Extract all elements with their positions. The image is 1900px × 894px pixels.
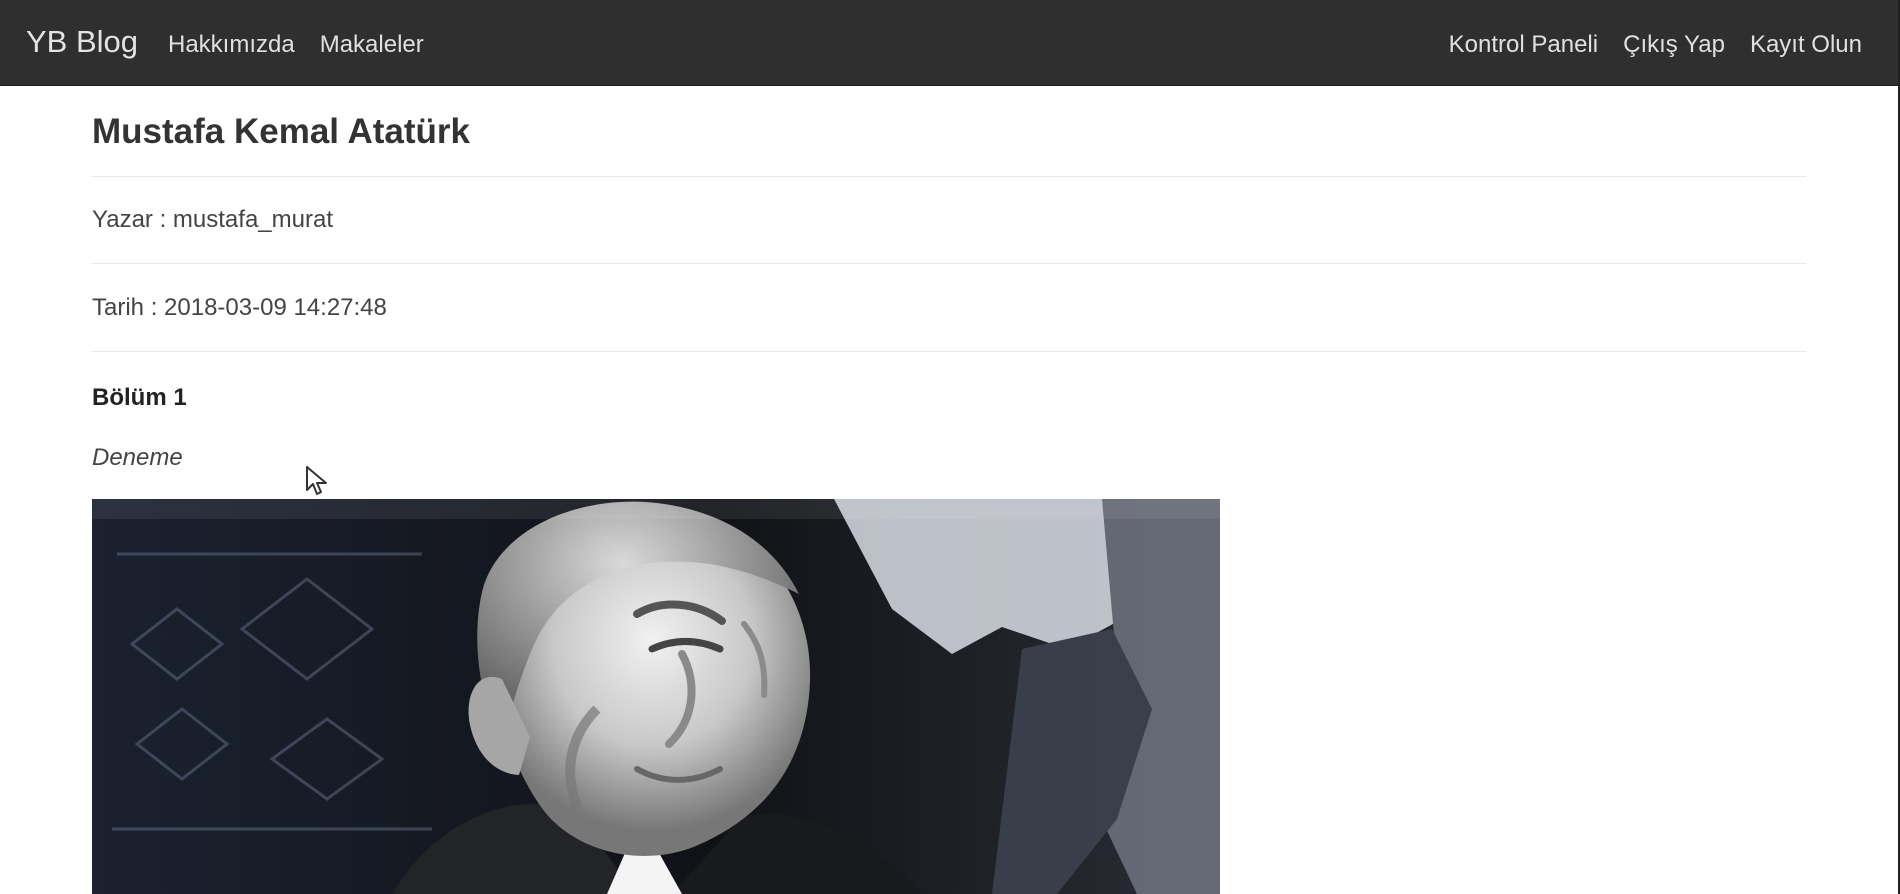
italic-paragraph: Deneme <box>92 444 183 471</box>
articles-link[interactable]: Makaleler <box>320 31 424 59</box>
blog-article-page: YB Blog Hakkımızda Makaleler Kontrol Pan… <box>0 0 1898 894</box>
right-nav-links: Kontrol Paneli Çıkış Yap Kayıt Olun <box>1449 31 1862 59</box>
author-line: Yazar : mustafa_murat <box>92 206 333 233</box>
date-divider <box>92 351 1806 352</box>
about-link[interactable]: Hakkımızda <box>168 31 295 59</box>
portrait-photo <box>92 499 1220 894</box>
browser-screen: YB Blog Hakkımızda Makaleler Kontrol Pan… <box>0 0 1900 894</box>
date-line: Tarih : 2018-03-09 14:27:48 <box>92 294 387 321</box>
portrait-photo-icon <box>92 499 1220 894</box>
register-link[interactable]: Kayıt Olun <box>1750 31 1862 59</box>
article-title: Mustafa Kemal Atatürk <box>92 112 470 151</box>
dashboard-link[interactable]: Kontrol Paneli <box>1449 31 1598 59</box>
brand-link[interactable]: YB Blog <box>26 24 138 60</box>
left-nav-links: Hakkımızda Makaleler <box>168 31 424 59</box>
section-heading: Bölüm 1 <box>92 384 187 411</box>
mouse-cursor-icon <box>306 466 327 495</box>
top-navbar: YB Blog Hakkımızda Makaleler Kontrol Pan… <box>0 0 1898 86</box>
author-divider <box>92 263 1806 264</box>
logout-link[interactable]: Çıkış Yap <box>1623 31 1725 59</box>
title-divider <box>92 176 1806 177</box>
